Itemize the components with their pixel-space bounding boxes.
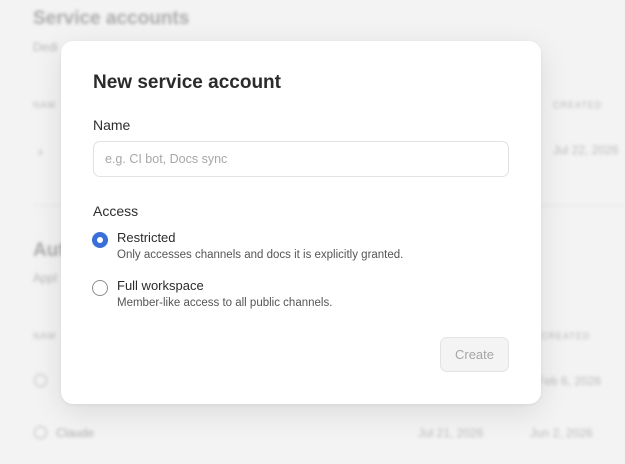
dialog-title: New service account: [93, 72, 281, 93]
radio-unchecked-icon[interactable]: [92, 280, 108, 296]
option-title: Restricted: [117, 230, 176, 245]
radio-checked-icon[interactable]: [92, 232, 108, 248]
option-title: Full workspace: [117, 278, 204, 293]
access-label: Access: [93, 203, 139, 219]
name-label: Name: [93, 117, 131, 133]
option-description: Member-like access to all public channel…: [117, 297, 333, 309]
option-description: Only accesses channels and docs it is ex…: [117, 249, 404, 261]
access-option-restricted[interactable]: Restricted Only accesses channels and do…: [92, 229, 403, 263]
access-option-full-workspace[interactable]: Full workspace Member-like access to all…: [92, 277, 332, 311]
create-button[interactable]: Create: [440, 337, 509, 372]
name-input[interactable]: [93, 141, 509, 177]
new-service-account-dialog: New service account Name Access Restrict…: [61, 41, 541, 404]
